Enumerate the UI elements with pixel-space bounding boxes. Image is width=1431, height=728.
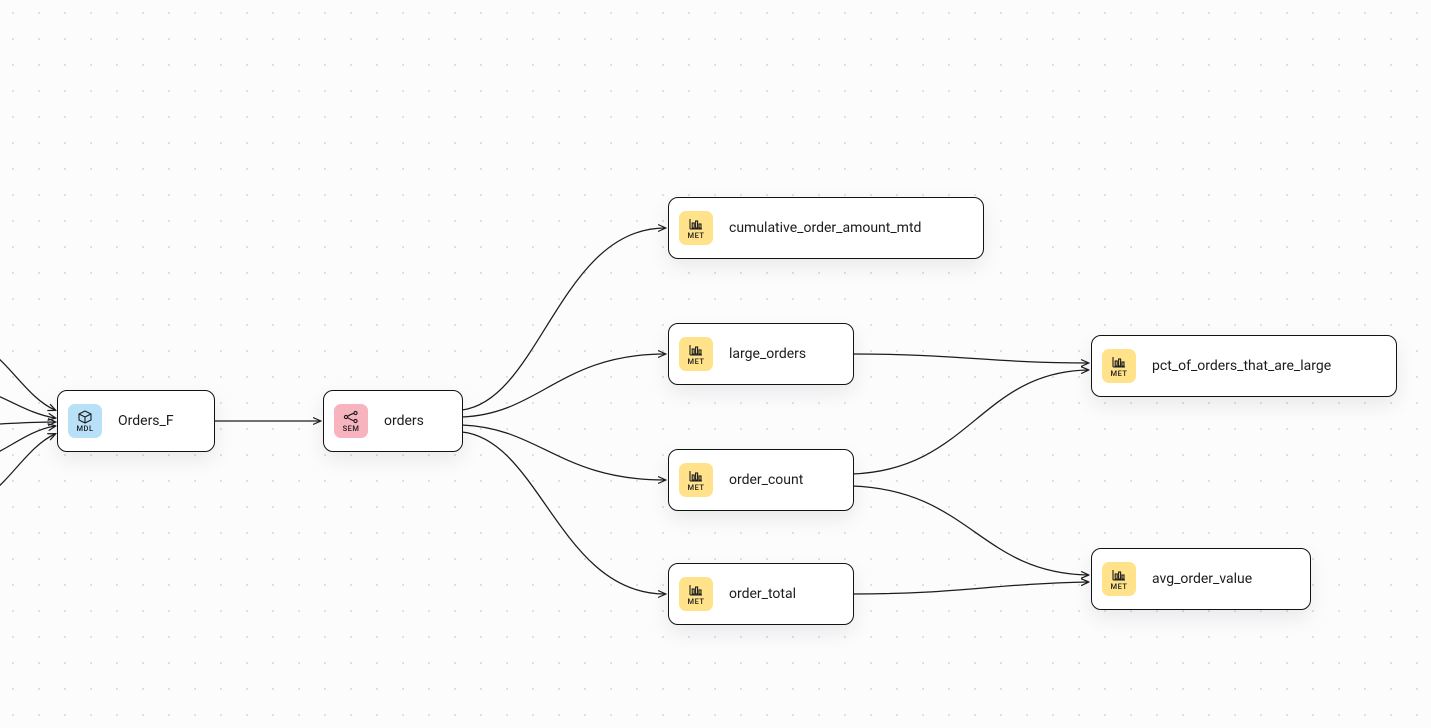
node-order-total[interactable]: MET order_total — [668, 563, 854, 625]
met-badge: MET — [679, 577, 713, 611]
node-cumulative-order-amount-mtd[interactable]: MET cumulative_order_amount_mtd — [668, 197, 984, 259]
cube-icon — [77, 410, 93, 424]
badge-label: MET — [688, 484, 705, 492]
node-large-orders[interactable]: MET large_orders — [668, 323, 854, 385]
node-label: Orders_F — [118, 413, 174, 429]
node-label: large_orders — [729, 346, 806, 362]
node-orders[interactable]: SEM orders — [323, 390, 463, 452]
node-order-count[interactable]: MET order_count — [668, 449, 854, 511]
bar-chart-icon — [688, 583, 704, 597]
bar-chart-icon — [688, 217, 704, 231]
badge-label: MET — [1111, 583, 1128, 591]
badge-label: SEM — [343, 425, 360, 433]
badge-label: MET — [1111, 370, 1128, 378]
met-badge: MET — [679, 463, 713, 497]
bar-chart-icon — [1111, 355, 1127, 369]
diagram-canvas[interactable]: MDL Orders_F SEM orders — [0, 0, 1431, 728]
badge-label: MET — [688, 232, 705, 240]
met-badge: MET — [1102, 349, 1136, 383]
bar-chart-icon — [688, 469, 704, 483]
met-badge: MET — [1102, 562, 1136, 596]
node-label: cumulative_order_amount_mtd — [729, 220, 921, 236]
met-badge: MET — [679, 211, 713, 245]
node-label: avg_order_value — [1152, 571, 1252, 587]
node-orders-f[interactable]: MDL Orders_F — [57, 390, 215, 452]
node-label: orders — [384, 413, 424, 429]
badge-label: MET — [688, 598, 705, 606]
node-pct-of-orders-that-are-large[interactable]: MET pct_of_orders_that_are_large — [1091, 335, 1397, 397]
branch-icon — [343, 410, 359, 424]
sem-badge: SEM — [334, 404, 368, 438]
mdl-badge: MDL — [68, 404, 102, 438]
node-avg-order-value[interactable]: MET avg_order_value — [1091, 548, 1311, 610]
node-label: pct_of_orders_that_are_large — [1152, 358, 1331, 374]
bar-chart-icon — [688, 343, 704, 357]
node-label: order_total — [729, 586, 796, 602]
badge-label: MET — [688, 358, 705, 366]
bar-chart-icon — [1111, 568, 1127, 582]
badge-label: MDL — [76, 425, 93, 433]
met-badge: MET — [679, 337, 713, 371]
node-label: order_count — [729, 472, 803, 488]
